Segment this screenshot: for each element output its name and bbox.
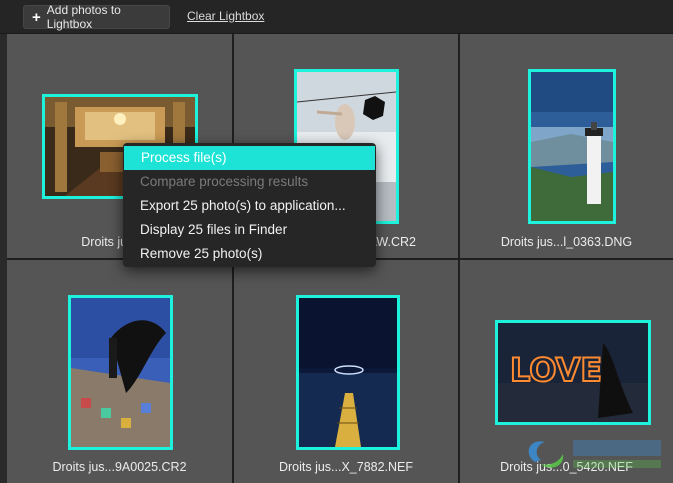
menu-item-display-in-finder[interactable]: Display 25 files in Finder (123, 218, 376, 242)
woman-flowing-hair-photo[interactable] (68, 295, 173, 450)
pier-night-photo[interactable] (296, 295, 400, 450)
photo-caption: Droits jus...l_0363.DNG (500, 235, 633, 249)
add-photos-button[interactable]: + Add photos to Lightbox (23, 3, 170, 31)
menu-item-remove[interactable]: Remove 25 photo(s) (123, 242, 376, 266)
photo-cell[interactable]: Droits jus...X_7882.NEF (234, 260, 458, 483)
love-lights-photo[interactable]: LOVE (495, 320, 651, 425)
toolbar: + Add photos to Lightbox Clear Lightbox (0, 0, 673, 34)
menu-item-export[interactable]: Export 25 photo(s) to application... (123, 194, 376, 218)
menu-item-process-files[interactable]: Process file(s) (124, 146, 375, 170)
clear-lightbox-link[interactable]: Clear Lightbox (187, 9, 264, 23)
svg-text:LOVE: LOVE (510, 351, 602, 389)
lighthouse-photo[interactable] (528, 69, 616, 224)
photo-cell[interactable]: Droits jus...l_0363.DNG (460, 34, 673, 258)
add-photos-label: Add photos to Lightbox (46, 3, 121, 31)
context-menu: Process file(s) Compare processing resul… (123, 143, 376, 267)
watermark-logo (515, 432, 665, 476)
plus-icon: + (32, 8, 41, 26)
menu-item-compare-results: Compare processing results (140, 174, 309, 189)
photo-caption: Droits jus...9A0025.CR2 (52, 460, 187, 474)
photo-cell[interactable]: Droits jus...9A0025.CR2 (7, 260, 232, 483)
photo-caption: Droits jus...X_7882.NEF (278, 460, 414, 474)
